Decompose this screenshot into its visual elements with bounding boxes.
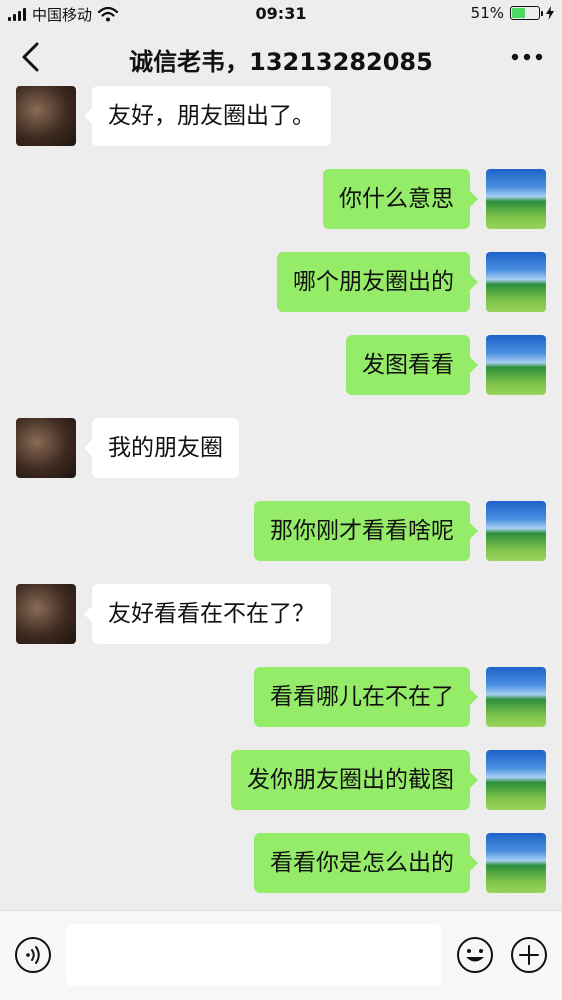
message-sent: 你什么意思	[0, 169, 562, 229]
my-avatar[interactable]	[486, 501, 546, 561]
message-bubble[interactable]: 你什么意思	[323, 169, 478, 229]
message-bubble[interactable]: 发你朋友圈出的截图	[231, 750, 478, 810]
my-avatar[interactable]	[486, 169, 546, 229]
my-avatar[interactable]	[486, 667, 546, 727]
status-bar: 中国移动 09:31 51%	[0, 0, 562, 28]
battery-icon	[510, 6, 543, 20]
message-list[interactable]: 友好，朋友圈出了。 你什么意思 哪个朋友圈出的 发图看看 我的朋友圈 那你刚才看…	[0, 86, 562, 910]
back-button[interactable]	[14, 40, 48, 74]
message-sent: 看看哪儿在不在了	[0, 667, 562, 727]
message-sent: 发你朋友圈出的截图	[0, 750, 562, 810]
message-received: 友好，朋友圈出了。	[0, 86, 562, 146]
chevron-left-icon	[22, 42, 39, 72]
battery-fill	[512, 8, 525, 18]
message-input[interactable]	[66, 924, 442, 986]
more-dots-icon	[511, 53, 543, 61]
message-bubble[interactable]: 看看你是怎么出的	[254, 833, 478, 893]
my-avatar[interactable]	[486, 833, 546, 893]
message-sent: 发图看看	[0, 335, 562, 395]
emoji-button[interactable]	[456, 936, 494, 974]
voice-button[interactable]	[14, 936, 52, 974]
message-bubble[interactable]: 我的朋友圈	[84, 418, 239, 478]
friend-avatar[interactable]	[16, 584, 76, 644]
message-bubble[interactable]: 看看哪儿在不在了	[254, 667, 478, 727]
message-bubble[interactable]: 哪个朋友圈出的	[277, 252, 478, 312]
friend-avatar[interactable]	[16, 86, 76, 146]
battery-percent: 51%	[470, 4, 504, 22]
more-button[interactable]	[506, 40, 548, 74]
message-bubble[interactable]: 那你刚才看看啥呢	[254, 501, 478, 561]
chat-header: 诚信老韦，13213282085	[0, 28, 562, 86]
charging-icon	[546, 6, 554, 20]
message-bubble[interactable]: 发图看看	[346, 335, 478, 395]
message-received: 我的朋友圈	[0, 418, 562, 478]
message-received: 友好看看在不在了？	[0, 584, 562, 644]
my-avatar[interactable]	[486, 252, 546, 312]
my-avatar[interactable]	[486, 750, 546, 810]
message-sent: 看看你是怎么出的	[0, 833, 562, 893]
message-sent: 哪个朋友圈出的	[0, 252, 562, 312]
status-right: 51%	[471, 4, 554, 22]
emoji-icon	[457, 937, 493, 973]
message-bubble[interactable]: 友好看看在不在了？	[84, 584, 331, 644]
message-bubble[interactable]: 友好，朋友圈出了。	[84, 86, 331, 146]
message-sent: 那你刚才看看啥呢	[0, 501, 562, 561]
plus-icon	[511, 937, 547, 973]
voice-icon	[15, 937, 51, 973]
chat-title: 诚信老韦，13213282085	[129, 48, 433, 76]
my-avatar[interactable]	[486, 335, 546, 395]
plus-button[interactable]	[510, 936, 548, 974]
input-bar	[0, 910, 562, 1000]
friend-avatar[interactable]	[16, 418, 76, 478]
